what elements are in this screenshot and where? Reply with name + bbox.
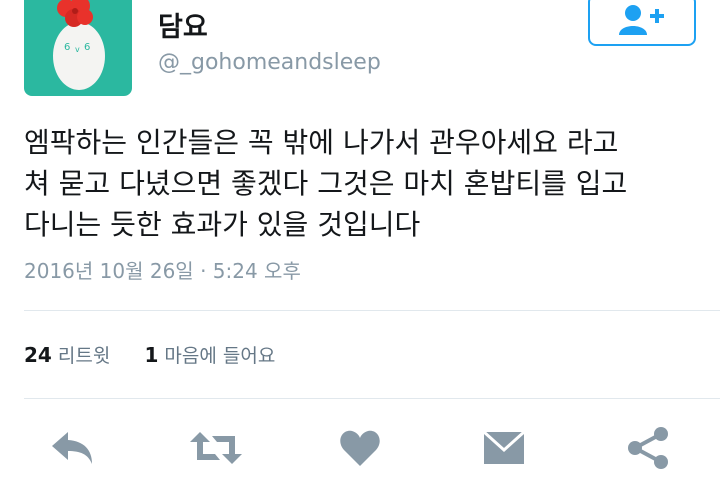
svg-text:6: 6: [64, 42, 70, 53]
avatar[interactable]: 6 v 6: [24, 0, 132, 96]
follow-button[interactable]: [588, 0, 696, 46]
share-button[interactable]: [620, 420, 676, 476]
direct-message-button[interactable]: [476, 420, 532, 476]
tweet-stats: 24 리트윗 1 마음에 들어요: [24, 340, 275, 371]
user-handle[interactable]: @_gohomeandsleep: [158, 48, 381, 78]
retweet-icon: [190, 432, 242, 464]
display-name[interactable]: 담요: [158, 12, 208, 44]
reply-icon: [52, 432, 92, 464]
retweets-label: 리트윗: [57, 345, 111, 367]
likes-stat[interactable]: 1 마음에 들어요: [144, 343, 276, 367]
tweet-actions: [0, 420, 720, 476]
tweet-line: 다니는 듯한 효과가 있을 것입니다: [24, 208, 421, 241]
likes-count: 1: [144, 343, 159, 367]
divider: [24, 398, 720, 399]
svg-text:6: 6: [84, 42, 90, 53]
retweet-button[interactable]: [188, 420, 244, 476]
tweet-timestamp[interactable]: 2016년 10월 26일 · 5:24 오후: [24, 256, 301, 286]
like-icon: [340, 430, 380, 466]
add-user-icon: [619, 5, 664, 35]
retweets-stat[interactable]: 24 리트윗: [24, 343, 116, 367]
likes-label: 마음에 들어요: [164, 345, 276, 367]
like-button[interactable]: [332, 420, 388, 476]
retweets-count: 24: [24, 343, 52, 367]
tweet-text: 엠팍하는 인간들은 꼭 밖에 나가서 관우아세요 라고 쳐 묻고 다녔으면 좋겠…: [24, 122, 704, 245]
divider: [24, 310, 720, 311]
share-icon: [628, 427, 668, 469]
hibiscus-flower-icon: [57, 0, 93, 27]
svg-text:v: v: [75, 45, 80, 54]
message-icon: [482, 430, 526, 464]
tweet-line: 엠팍하는 인간들은 꼭 밖에 나가서 관우아세요 라고: [24, 126, 619, 159]
tweet-line: 쳐 묻고 다녔으면 좋겠다 그것은 마치 혼밥티를 입고: [24, 167, 628, 200]
reply-button[interactable]: [44, 420, 100, 476]
avatar-image: 6 v 6: [53, 0, 105, 90]
